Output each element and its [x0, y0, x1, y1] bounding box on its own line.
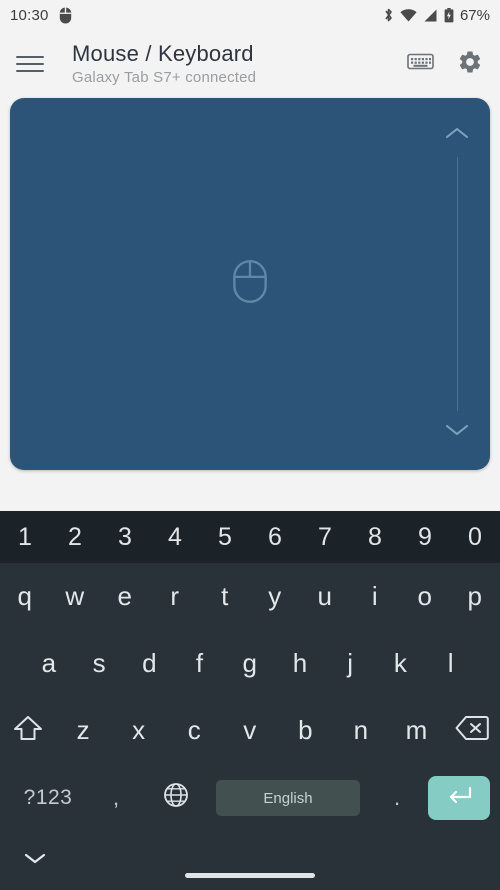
hamburger-menu-icon[interactable]	[16, 47, 50, 81]
chevron-down-icon[interactable]	[445, 423, 469, 442]
key-z[interactable]: z	[56, 697, 112, 764]
key-m[interactable]: m	[389, 697, 445, 764]
status-time: 10:30	[10, 6, 49, 24]
key-5[interactable]: 5	[200, 523, 250, 552]
key-x[interactable]: x	[111, 697, 167, 764]
app-header: Mouse / Keyboard Galaxy Tab S7+ connecte…	[0, 30, 500, 98]
touchpad-container	[0, 98, 500, 470]
key-y[interactable]: y	[250, 563, 300, 630]
language-key[interactable]	[146, 764, 206, 832]
key-3[interactable]: 3	[100, 523, 150, 552]
toggle-keyboard-button[interactable]	[406, 50, 434, 78]
status-right-icons: 67%	[383, 7, 490, 24]
key-o[interactable]: o	[400, 563, 450, 630]
status-left-icons	[59, 7, 72, 24]
gear-icon	[457, 49, 483, 80]
symbols-key[interactable]: ?123	[10, 764, 86, 832]
key-p[interactable]: p	[450, 563, 500, 630]
key-h[interactable]: h	[275, 630, 325, 697]
bluetooth-icon	[383, 7, 394, 23]
wifi-icon	[400, 8, 417, 22]
key-a[interactable]: a	[24, 630, 74, 697]
enter-key[interactable]	[428, 776, 490, 820]
scroll-track[interactable]	[456, 157, 458, 411]
key-8[interactable]: 8	[350, 523, 400, 552]
header-actions	[406, 50, 484, 78]
period-key[interactable]: .	[370, 764, 424, 832]
keyboard-icon	[406, 52, 434, 76]
settings-button[interactable]	[456, 50, 484, 78]
mouse-icon	[59, 7, 72, 24]
hamburger-bar	[16, 63, 44, 65]
hamburger-bar	[16, 70, 44, 72]
key-d[interactable]: d	[124, 630, 174, 697]
key-l[interactable]: l	[426, 630, 476, 697]
keyboard-row-bottom-letters: z x c v b n m	[0, 697, 500, 764]
chevron-up-icon[interactable]	[445, 126, 469, 145]
key-7[interactable]: 7	[300, 523, 350, 552]
enter-icon	[445, 785, 473, 812]
backspace-key[interactable]	[445, 697, 500, 764]
key-e[interactable]: e	[100, 563, 150, 630]
spacebar-label: English	[263, 789, 313, 807]
globe-icon	[163, 782, 189, 814]
keyboard-letters: q w e r t y u i o p a s d f g h j k l z …	[0, 563, 500, 832]
key-0[interactable]: 0	[450, 523, 500, 552]
home-indicator-pill[interactable]	[185, 873, 315, 878]
page-title: Mouse / Keyboard	[72, 40, 254, 66]
key-g[interactable]: g	[225, 630, 275, 697]
key-s[interactable]: s	[74, 630, 124, 697]
scroll-strip[interactable]	[424, 98, 490, 470]
battery-icon	[444, 7, 454, 23]
key-4[interactable]: 4	[150, 523, 200, 552]
key-w[interactable]: w	[50, 563, 100, 630]
key-c[interactable]: c	[167, 697, 223, 764]
key-t[interactable]: t	[200, 563, 250, 630]
key-9[interactable]: 9	[400, 523, 450, 552]
key-r[interactable]: r	[150, 563, 200, 630]
comma-key[interactable]: ,	[86, 764, 146, 832]
shift-icon	[13, 714, 43, 747]
key-6[interactable]: 6	[250, 523, 300, 552]
keyboard-row-qwerty: q w e r t y u i o p	[0, 563, 500, 630]
hamburger-bar	[16, 56, 44, 58]
chevron-down-icon	[24, 852, 46, 870]
key-b[interactable]: b	[278, 697, 334, 764]
key-f[interactable]: f	[175, 630, 225, 697]
status-bar: 10:30 67%	[0, 0, 500, 30]
key-k[interactable]: k	[376, 630, 426, 697]
on-screen-keyboard: 1 2 3 4 5 6 7 8 9 0 q w e r t y u i o p	[0, 511, 500, 890]
hide-keyboard-button[interactable]	[24, 852, 46, 870]
header-titles: Mouse / Keyboard Galaxy Tab S7+ connecte…	[72, 41, 256, 88]
touchpad-surface[interactable]	[10, 98, 490, 470]
keyboard-row-home: a s d f g h j k l	[0, 630, 500, 697]
spacebar-key[interactable]: English	[216, 780, 360, 816]
keyboard-row-function: ?123 , English .	[0, 764, 500, 832]
key-j[interactable]: j	[325, 630, 375, 697]
key-i[interactable]: i	[350, 563, 400, 630]
app-root: 10:30 67% Mouse / Keyboard Galaxy Tab S7…	[0, 0, 500, 890]
backspace-icon	[455, 715, 490, 746]
key-u[interactable]: u	[300, 563, 350, 630]
mouse-icon	[232, 260, 268, 309]
key-1[interactable]: 1	[0, 523, 50, 552]
key-v[interactable]: v	[222, 697, 278, 764]
shift-key[interactable]	[0, 697, 56, 764]
key-q[interactable]: q	[0, 563, 50, 630]
key-n[interactable]: n	[333, 697, 389, 764]
keyboard-number-row: 1 2 3 4 5 6 7 8 9 0	[0, 511, 500, 563]
key-2[interactable]: 2	[50, 523, 100, 552]
navigation-bar	[0, 832, 500, 890]
cellular-signal-icon	[423, 9, 438, 22]
connection-status: Galaxy Tab S7+ connected	[72, 68, 257, 86]
battery-percent: 67%	[459, 6, 490, 24]
